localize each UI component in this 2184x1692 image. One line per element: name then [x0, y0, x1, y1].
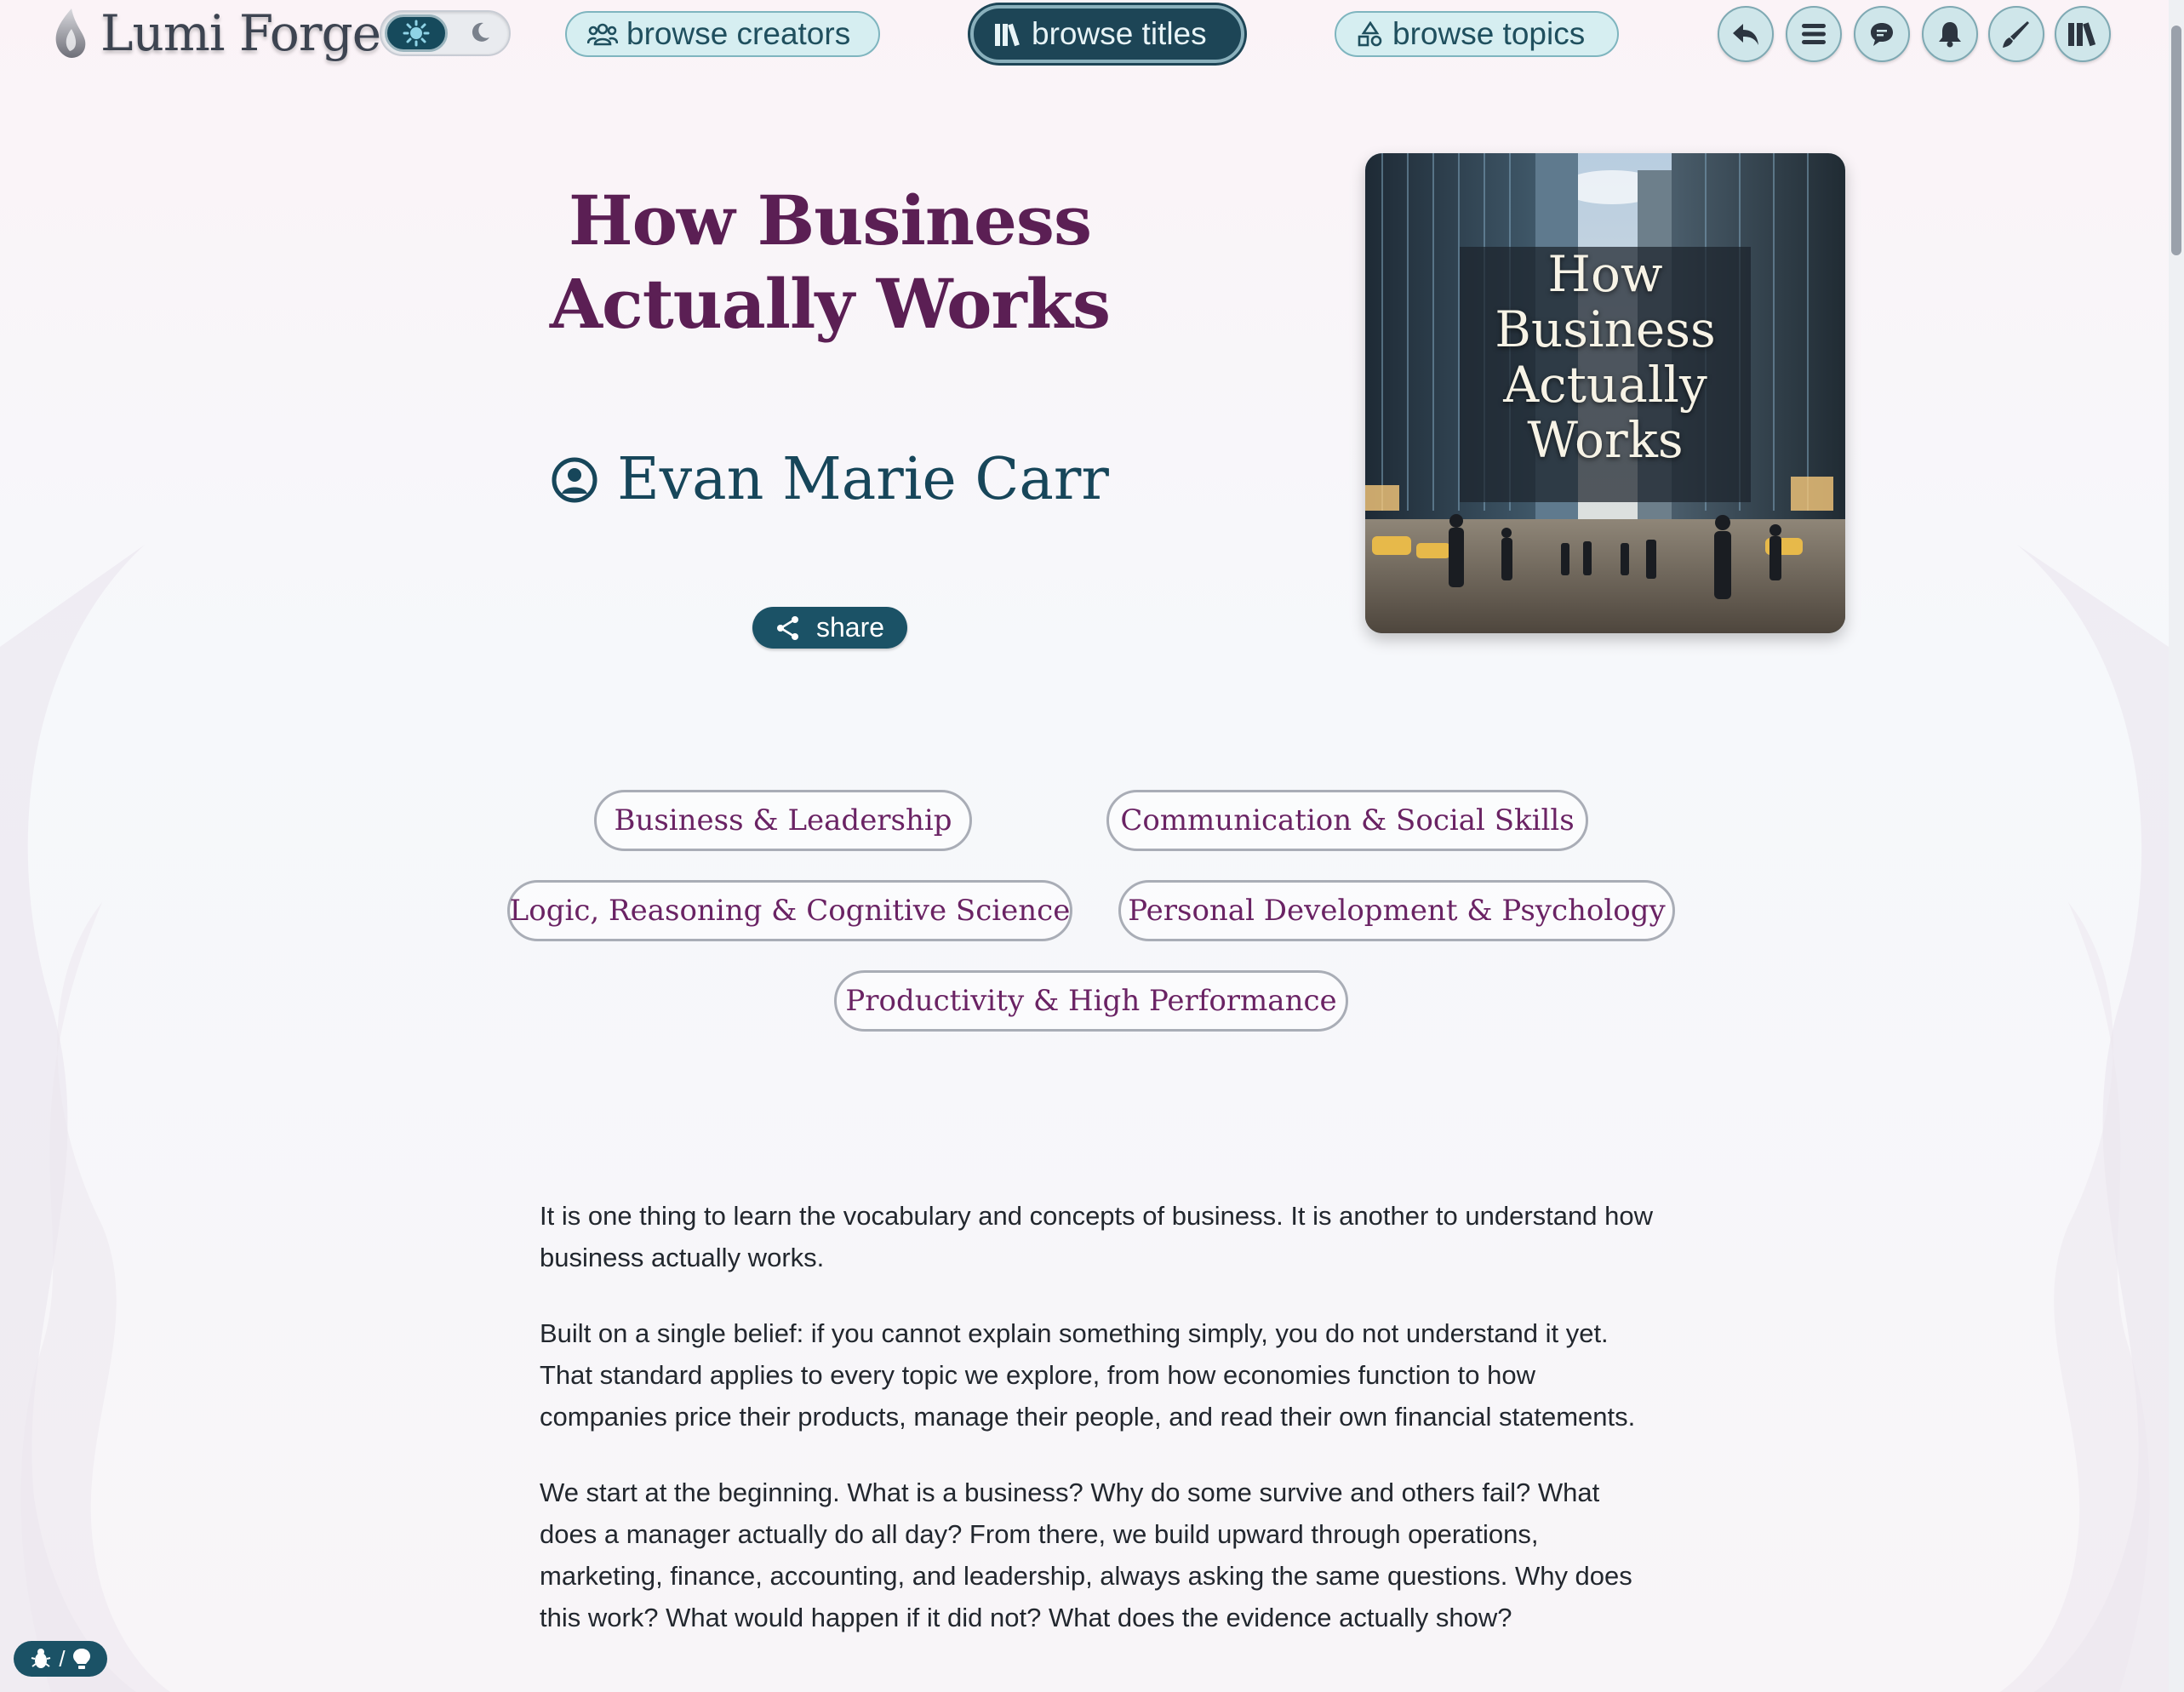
book-cover-image: How Business Actually Works [1365, 153, 1845, 633]
user-circle-icon [552, 457, 597, 502]
flame-logo-icon [55, 9, 86, 58]
debug-toggle-chip[interactable]: / [14, 1641, 107, 1677]
bell-icon [1939, 22, 1961, 48]
back-arrow-icon [1733, 24, 1758, 45]
browse-topics-button[interactable]: browse topics [1335, 11, 1619, 57]
browse-titles-button[interactable]: browse titles [970, 5, 1244, 63]
menu-button[interactable] [1786, 6, 1842, 62]
topic-tag-logic[interactable]: Logic, Reasoning & Cognitive Science [507, 880, 1072, 941]
chat-button[interactable] [1854, 6, 1910, 62]
share-label: share [815, 612, 885, 643]
app-name: Lumi Forge [100, 4, 381, 62]
library-icon [2068, 22, 2096, 47]
debug-separator: / [59, 1645, 66, 1672]
topic-tag-business[interactable]: Business & Leadership [594, 790, 972, 851]
author-row[interactable]: Evan Marie Carr [409, 446, 1251, 513]
description-paragraph: Built on a single belief: if you cannot … [540, 1318, 1636, 1432]
description-paragraph: It is one thing to learn the vocabulary … [540, 1201, 1653, 1272]
scrollbar-track[interactable] [2169, 0, 2184, 1692]
topic-tag-communication[interactable]: Communication & Social Skills [1106, 790, 1588, 851]
notifications-button[interactable] [1922, 6, 1978, 62]
browse-creators-button[interactable]: browse creators [565, 11, 880, 57]
menu-icon [1802, 24, 1826, 44]
sun-icon [403, 20, 430, 47]
people-icon [587, 23, 618, 46]
moon-icon[interactable] [468, 20, 492, 44]
bug-icon [31, 1649, 51, 1668]
light-mode-knob[interactable] [385, 14, 448, 52]
chat-icon [1871, 23, 1893, 46]
books-icon [995, 23, 1020, 47]
book-title: How Business Actually Works [549, 180, 1111, 344]
cover-title-text: How Business Actually Works [1495, 245, 1716, 469]
scrollbar-thumb[interactable] [2171, 26, 2181, 255]
library-button[interactable] [2055, 6, 2111, 62]
share-button[interactable]: share [752, 607, 907, 649]
topic-tag-personal-development[interactable]: Personal Development & Psychology [1118, 880, 1675, 941]
lightbulb-icon [72, 1649, 90, 1669]
book-description: It is one thing to learn the vocabulary … [540, 1195, 1663, 1672]
top-navigation: Lumi Forge browse creators browse titles… [0, 0, 2184, 70]
description-paragraph: We start at the beginning. What is a bus… [540, 1478, 1632, 1632]
browse-titles-label: browse titles [1032, 16, 1207, 51]
browse-topics-label: browse topics [1392, 16, 1586, 51]
background-flame-decoration [0, 545, 170, 1692]
share-icon [776, 615, 798, 640]
write-button[interactable] [1988, 6, 2044, 62]
logo[interactable]: Lumi Forge [51, 4, 381, 62]
topic-tag-productivity[interactable]: Productivity & High Performance [834, 970, 1348, 1032]
back-button[interactable] [1718, 6, 1774, 62]
theme-toggle[interactable] [380, 10, 511, 56]
shapes-icon [1358, 21, 1382, 47]
browse-creators-label: browse creators [626, 16, 851, 51]
author-name-link[interactable]: Evan Marie Carr [617, 446, 1109, 513]
pen-icon [2003, 21, 2029, 48]
background-flame-decoration [2000, 545, 2169, 1692]
